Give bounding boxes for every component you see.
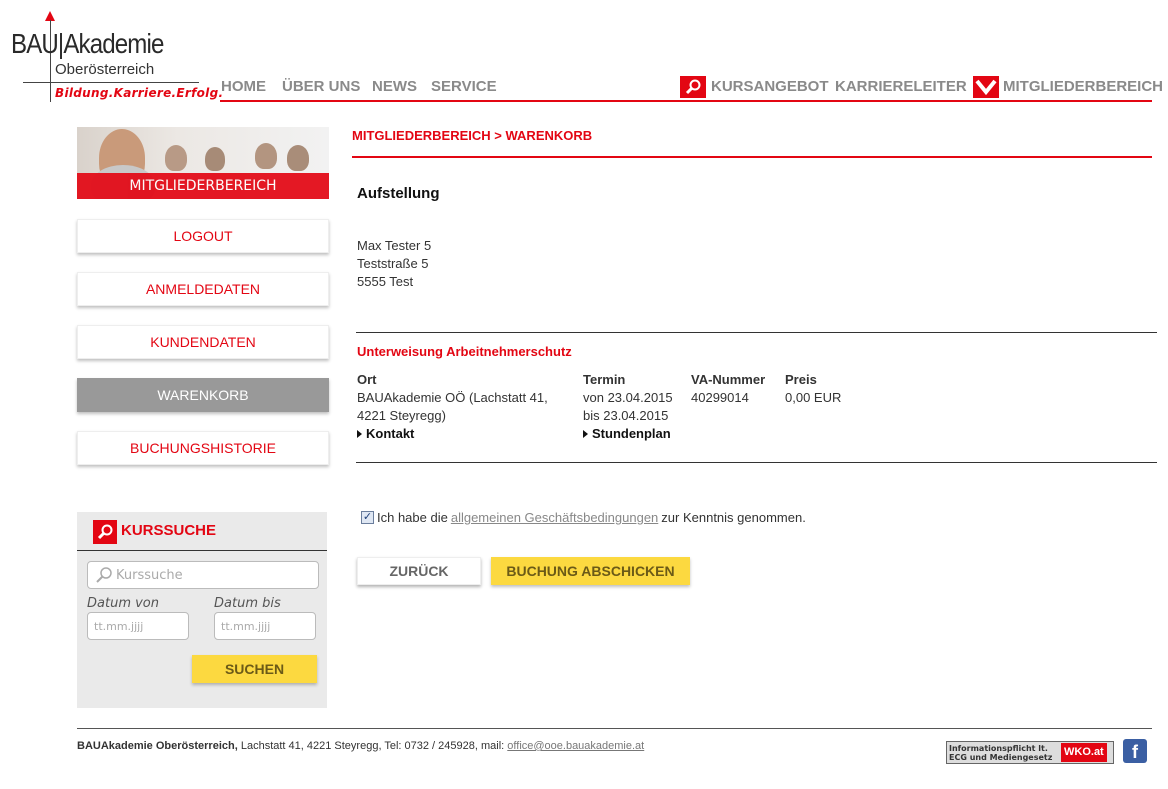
search-submit-button[interactable]: SUCHEN: [192, 655, 317, 683]
agb-text-before: Ich habe die: [377, 510, 448, 525]
wko-text: Informationspflicht lt. ECG und Medienge…: [947, 744, 1059, 762]
footer-rule: [77, 728, 1152, 729]
breadcrumb[interactable]: MITGLIEDERBEREICH > WARENKORB: [352, 128, 592, 143]
caret-right-icon: [583, 429, 588, 438]
address-city: 5555 Test: [357, 274, 414, 289]
breadcrumb-rule: [352, 156, 1152, 158]
agb-text-after: zur Kenntnis genommen.: [661, 510, 806, 525]
cell-ort-line1: BAUAkademie OÖ (Lachstatt 41,: [357, 390, 548, 405]
sidebar-item-logout[interactable]: LOGOUT: [77, 219, 329, 253]
divider: [356, 462, 1157, 463]
cell-termin-bis: bis 23.04.2015: [583, 408, 669, 423]
search-icon[interactable]: [680, 76, 706, 98]
agb-checkbox[interactable]: ✓: [361, 511, 374, 524]
sidebar-item-anmeldedaten[interactable]: ANMELDEDATEN: [77, 272, 329, 306]
submit-booking-button[interactable]: BUCHUNG ABSCHICKEN: [491, 557, 690, 585]
stundenplan-link[interactable]: Stundenplan: [583, 426, 671, 441]
col-header-preis: Preis: [785, 372, 817, 387]
divider: [356, 332, 1157, 333]
cell-ort-line2: 4221 Steyregg): [357, 408, 446, 423]
facebook-icon[interactable]: f: [1123, 739, 1147, 763]
wko-text-line1: Informationspflicht lt.: [949, 743, 1048, 753]
col-header-termin: Termin: [583, 372, 626, 387]
sidebar-item-warenkorb[interactable]: WARENKORB: [77, 378, 329, 412]
course-search-placeholder: Kurssuche: [116, 567, 183, 583]
nav-kursangebot[interactable]: KURSANGEBOT: [711, 78, 829, 95]
date-from-input[interactable]: tt.mm.jjjj: [87, 612, 189, 640]
stundenplan-label: Stundenplan: [592, 426, 671, 441]
cell-preis: 0,00 EUR: [785, 390, 842, 405]
members-banner: MITGLIEDERBEREICH: [77, 127, 329, 199]
footer-address: Lachstatt 41, 4221 Steyregg, Tel: 0732 /…: [240, 740, 505, 752]
nav-karriereleiter[interactable]: KARRIERELEITER: [835, 78, 967, 95]
sidebar-item-kundendaten[interactable]: KUNDENDATEN: [77, 325, 329, 359]
kontakt-label: Kontakt: [366, 426, 415, 441]
footer-contact: BAUAkademie Oberösterreich, Lachstatt 41…: [77, 740, 644, 752]
search-panel-rule: [77, 550, 327, 551]
caret-right-icon: [357, 429, 362, 438]
footer-email-link[interactable]: office@ooe.bauakademie.at: [507, 740, 644, 752]
nav-news[interactable]: NEWS: [372, 78, 417, 95]
page-title: Aufstellung: [357, 185, 440, 202]
col-header-ort: Ort: [357, 372, 377, 387]
course-search-input[interactable]: Kurssuche: [87, 561, 319, 589]
wko-logo: WKO.at: [1061, 743, 1107, 762]
cell-termin: von 23.04.2015 bis 23.04.2015: [583, 389, 673, 425]
date-to-label: Datum bis: [214, 596, 281, 611]
agb-consent: ✓ Ich habe die allgemeinen Geschäftsbedi…: [361, 510, 806, 525]
cell-termin-von: von 23.04.2015: [583, 390, 673, 405]
nav-home[interactable]: HOME: [221, 78, 266, 95]
search-panel-title: KURSSUCHE: [121, 522, 217, 539]
kontakt-link[interactable]: Kontakt: [357, 426, 414, 441]
footer-company: BAUAkademie Oberösterreich,: [77, 740, 238, 752]
nav-ueber-uns[interactable]: ÜBER UNS: [282, 78, 360, 95]
date-to-input[interactable]: tt.mm.jjjj: [214, 612, 316, 640]
logo-tagline: Bildung.Karriere.Erfolg.: [55, 86, 224, 100]
nav-mitgliederbereich[interactable]: MITGLIEDERBEREICH: [1003, 78, 1163, 95]
nav-service[interactable]: SERVICE: [431, 78, 497, 95]
cell-ort: BAUAkademie OÖ (Lachstatt 41, 4221 Steyr…: [357, 389, 548, 425]
wko-info-badge[interactable]: Informationspflicht lt. ECG und Medienge…: [946, 741, 1114, 764]
search-panel-icon: [93, 520, 117, 544]
cell-va-nummer: 40299014: [691, 390, 749, 405]
members-chevron-icon[interactable]: [973, 76, 999, 98]
address-street: Teststraße 5: [357, 256, 429, 271]
logo-brand[interactable]: BAU|Akademie: [11, 28, 164, 60]
course-title: Unterweisung Arbeitnehmerschutz: [357, 344, 572, 359]
agb-link[interactable]: allgemeinen Geschäftsbedingungen: [451, 510, 658, 525]
back-button[interactable]: ZURÜCK: [357, 557, 481, 585]
date-from-label: Datum von: [87, 596, 159, 611]
wko-text-line2: ECG und Mediengesetz: [949, 752, 1053, 762]
col-header-va-nummer: VA-Nummer: [691, 372, 766, 387]
logo-rule: [23, 82, 199, 83]
banner-label: MITGLIEDERBEREICH: [77, 173, 329, 199]
magnifier-icon: [96, 567, 112, 583]
logo-region: Oberösterreich: [55, 61, 155, 78]
nav-underline: [220, 100, 1152, 102]
address-name: Max Tester 5: [357, 238, 432, 253]
sidebar-item-buchungshistorie[interactable]: BUCHUNGSHISTORIE: [77, 431, 329, 465]
